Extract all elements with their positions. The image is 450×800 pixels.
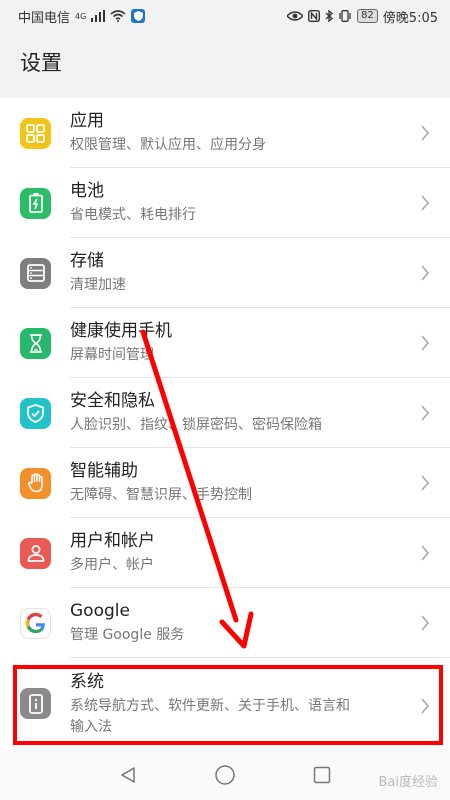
vibrate-icon bbox=[338, 10, 352, 22]
settings-screen: 中国电信 4G 82 傍晚5:05 设置 应用 权限管理、默认应用、应用分身 电… bbox=[0, 0, 450, 800]
hourglass-icon bbox=[20, 327, 51, 359]
home-circle-icon bbox=[215, 765, 235, 785]
security-app-icon bbox=[131, 9, 146, 23]
item-subtitle: 多用户、帐户 bbox=[70, 557, 154, 573]
status-left: 中国电信 4G bbox=[18, 7, 146, 26]
item-title: 健康使用手机 bbox=[70, 321, 172, 341]
chevron-right-icon bbox=[421, 125, 430, 141]
home-button[interactable] bbox=[210, 760, 240, 790]
settings-item-security[interactable]: 安全和隐私 人脸识别、指纹、锁屏密码、密码保险箱 bbox=[0, 378, 450, 448]
item-subtitle: 权限管理、默认应用、应用分身 bbox=[70, 137, 266, 153]
eye-comfort-icon bbox=[287, 11, 304, 21]
network-type: 4G bbox=[75, 11, 87, 21]
item-text: 智能辅助 无障碍、智慧识屏、手势控制 bbox=[70, 460, 400, 506]
chevron-right-icon bbox=[421, 405, 430, 421]
settings-item-apps[interactable]: 应用 权限管理、默认应用、应用分身 bbox=[0, 98, 450, 168]
google-icon bbox=[20, 607, 51, 639]
settings-item-battery[interactable]: 电池 省电模式、耗电排行 bbox=[0, 168, 450, 238]
shield-check-icon bbox=[20, 397, 51, 429]
item-subtitle: 管理 Google 服务 bbox=[70, 627, 185, 643]
settings-item-google[interactable]: Google 管理 Google 服务 bbox=[0, 588, 450, 658]
back-button[interactable] bbox=[113, 760, 143, 790]
signal-icon bbox=[91, 10, 106, 22]
item-text: 用户和帐户 多用户、帐户 bbox=[70, 530, 400, 576]
item-subtitle: 人脸识别、指纹、锁屏密码、密码保险箱 bbox=[70, 417, 322, 433]
watermark: Bai度经验 bbox=[378, 775, 439, 790]
settings-item-digital-balance[interactable]: 健康使用手机 屏幕时间管理 bbox=[0, 308, 450, 378]
settings-item-storage[interactable]: 存储 清理加速 bbox=[0, 238, 450, 308]
status-bar: 中国电信 4G 82 傍晚5:05 bbox=[0, 0, 450, 32]
item-title: 应用 bbox=[70, 111, 104, 131]
chevron-right-icon bbox=[421, 545, 430, 561]
item-title: 用户和帐户 bbox=[70, 531, 155, 551]
battery-indicator: 82 bbox=[357, 9, 378, 23]
item-text: 应用 权限管理、默认应用、应用分身 bbox=[70, 110, 400, 156]
item-text: 安全和隐私 人脸识别、指纹、锁屏密码、密码保险箱 bbox=[70, 390, 400, 436]
item-text: 健康使用手机 屏幕时间管理 bbox=[70, 320, 400, 366]
status-time: 傍晚5:05 bbox=[382, 10, 438, 26]
page-title: 设置 bbox=[20, 51, 62, 75]
chevron-right-icon bbox=[421, 335, 430, 351]
chevron-right-icon bbox=[421, 265, 430, 281]
recents-square-icon bbox=[313, 766, 330, 784]
annotation-highlight-box bbox=[13, 665, 443, 745]
item-text: 电池 省电模式、耗电排行 bbox=[70, 180, 400, 226]
user-icon bbox=[20, 537, 51, 569]
item-title: Google bbox=[70, 601, 130, 621]
settings-item-users-accounts[interactable]: 用户和帐户 多用户、帐户 bbox=[0, 518, 450, 588]
hand-icon bbox=[20, 467, 51, 499]
item-text: 存储 清理加速 bbox=[70, 250, 400, 296]
wifi-icon bbox=[110, 10, 126, 22]
nfc-icon bbox=[308, 10, 321, 22]
bluetooth-icon bbox=[325, 10, 334, 22]
item-subtitle: 省电模式、耗电排行 bbox=[70, 207, 196, 223]
carrier-label: 中国电信 bbox=[18, 10, 71, 26]
item-title: 电池 bbox=[70, 181, 104, 201]
apps-grid-icon bbox=[20, 117, 51, 149]
item-subtitle: 无障碍、智慧识屏、手势控制 bbox=[70, 487, 252, 503]
chevron-right-icon bbox=[421, 615, 430, 631]
battery-icon bbox=[20, 187, 51, 219]
storage-icon bbox=[20, 257, 51, 289]
back-triangle-icon bbox=[121, 767, 136, 783]
chevron-right-icon bbox=[421, 475, 430, 491]
item-text: Google 管理 Google 服务 bbox=[70, 600, 400, 646]
settings-item-smart-assistance[interactable]: 智能辅助 无障碍、智慧识屏、手势控制 bbox=[0, 448, 450, 518]
item-title: 智能辅助 bbox=[70, 461, 138, 481]
page-header: 设置 bbox=[0, 32, 450, 92]
item-title: 存储 bbox=[70, 251, 104, 271]
settings-list: 应用 权限管理、默认应用、应用分身 电池 省电模式、耗电排行 存储 清理加速 健… bbox=[0, 98, 450, 750]
status-right: 82 傍晚5:05 bbox=[287, 7, 438, 26]
chevron-right-icon bbox=[421, 195, 430, 211]
item-subtitle: 屏幕时间管理 bbox=[70, 347, 154, 363]
item-title: 安全和隐私 bbox=[70, 391, 155, 411]
item-subtitle: 清理加速 bbox=[70, 277, 126, 293]
recents-button[interactable] bbox=[307, 760, 337, 790]
